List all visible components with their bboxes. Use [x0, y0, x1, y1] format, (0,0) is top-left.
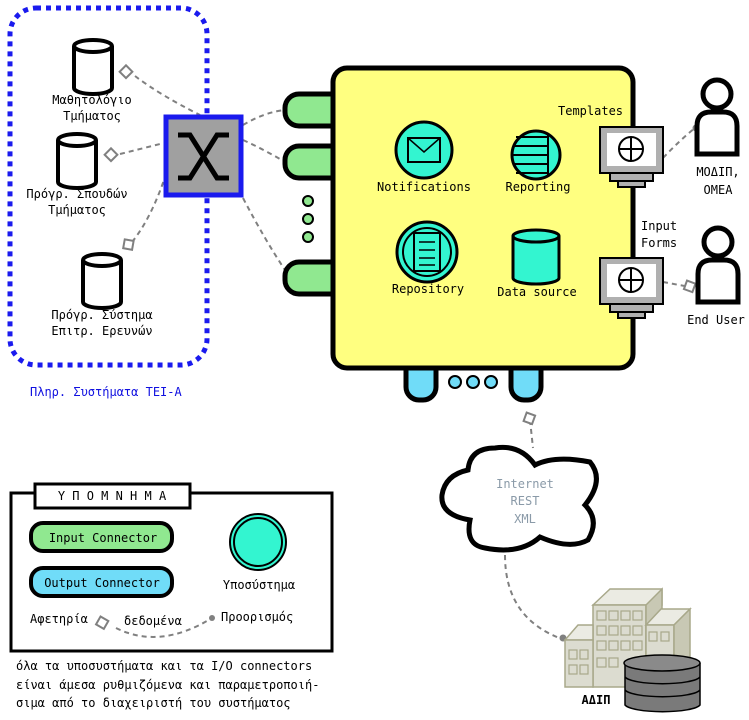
subsystem-repository: Repository [392, 282, 464, 296]
architecture-diagram: Πληρ. Συστήματα ΤΕΙ-Α Μαθητολόγιο Τμήματ… [7, 5, 745, 713]
database-label: Τμήματος [48, 203, 106, 217]
database-icon [72, 38, 114, 96]
legend-destination: Προορισμός [221, 610, 293, 624]
database-label: Πρόγρ. Σύστημα [51, 308, 152, 322]
footnote-line: όλα τα υποσυστήματα και τα I/O connector… [16, 659, 312, 673]
subsystem-reporting: Reporting [505, 180, 570, 194]
cloud-label: REST [511, 494, 540, 508]
switch-icon [163, 114, 244, 198]
database-icon [81, 252, 123, 310]
legend: Υ Π Ο Μ Ν Η Μ Α Input Connector Output C… [9, 482, 334, 653]
monitor-icon [599, 257, 664, 319]
person-icon [698, 228, 738, 302]
monitor-icon [599, 126, 664, 188]
cloud-label: Internet [496, 477, 554, 491]
legend-output-connector: Output Connector [44, 576, 160, 590]
database-icon [511, 228, 561, 286]
input-forms-label: Input [641, 219, 677, 233]
database-label: Επιτρ. Ερευνών [51, 324, 152, 338]
footnote-line: είναι άμεσα ρυθμιζόμενα και παραμετροποι… [16, 678, 319, 692]
legend-data: δεδομένα [124, 614, 182, 628]
actor-modip: ΟΜΕΑ [704, 183, 734, 197]
footnote-line: σιμα από το διαχειριστή του συστήματος [16, 696, 291, 710]
document-icon [395, 220, 459, 284]
database-icon [56, 132, 98, 190]
group-title: Πληρ. Συστήματα ΤΕΙ-Α [30, 385, 182, 399]
adip-label: ΑΔΙΠ [582, 693, 611, 707]
database-label: Μαθητολόγιο [52, 93, 131, 107]
cloud-label: XML [514, 512, 536, 526]
envelope-icon [394, 120, 454, 180]
person-icon [697, 80, 737, 154]
database-label: Πρόγρ. Σπουδών [26, 187, 127, 201]
subsystem-data-source: Data source [497, 285, 576, 299]
actor-end-user: End User [687, 313, 745, 327]
templates-label: Templates [558, 104, 623, 118]
legend-input-connector: Input Connector [49, 531, 157, 545]
input-forms-label: Forms [641, 236, 677, 250]
legend-origin: Αφετηρία [30, 612, 88, 626]
database-server-icon [623, 654, 701, 713]
report-icon [510, 129, 562, 181]
legend-subsystem: Υποσύστημα [223, 578, 295, 592]
legend-title: Υ Π Ο Μ Ν Η Μ Α [58, 489, 167, 503]
source-systems-group: Πληρ. Συστήματα ΤΕΙ-Α Μαθητολόγιο Τμήματ… [7, 5, 210, 399]
subsystem-notifications: Notifications [377, 180, 471, 194]
database-label: Τμήματος [63, 109, 121, 123]
actor-modip: ΜΟΔΙΠ, [696, 165, 739, 179]
